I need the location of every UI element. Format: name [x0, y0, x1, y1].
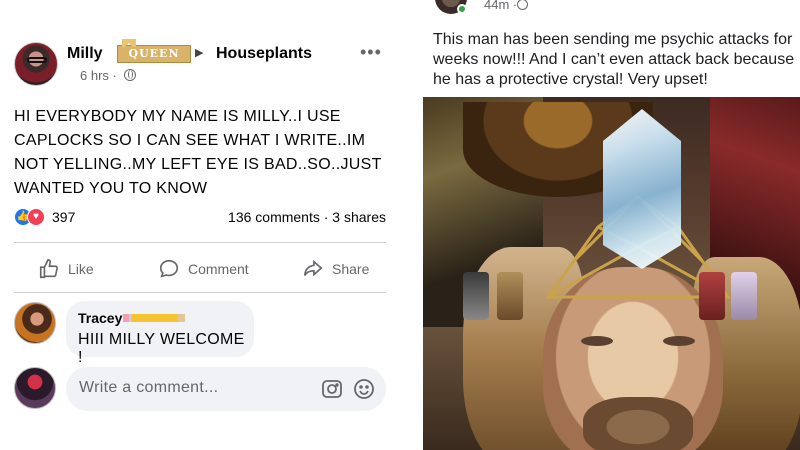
comment-label: Comment [188, 261, 249, 277]
photo-beard [583, 397, 693, 450]
reactions-bar[interactable]: 👍 ♥ 397 136 comments · 3 shares [14, 207, 386, 229]
pencil-badge-icon [123, 314, 185, 322]
commenter-name[interactable]: Tracey [78, 310, 122, 326]
group-arrow-icon: ▶ [195, 47, 204, 59]
photo-eyes [573, 332, 703, 352]
author-avatar[interactable] [14, 42, 58, 86]
commenter-avatar[interactable] [14, 302, 56, 344]
crystal-shape [603, 109, 681, 269]
post-header: Milly QUEEN ▶ Houseplants 6 hrs · ••• [14, 39, 386, 86]
thumbs-up-icon [38, 258, 60, 280]
comments-shares-count[interactable]: 136 comments · 3 shares [228, 209, 386, 225]
crystal-shape [497, 272, 523, 320]
post-photo[interactable] [423, 97, 800, 450]
divider [14, 242, 386, 243]
post-time[interactable]: 6 hrs · [80, 68, 117, 83]
crystal-shape [731, 272, 757, 320]
globe-icon [124, 69, 136, 81]
comment-input[interactable]: Write a comment... [66, 367, 386, 411]
divider [14, 292, 386, 293]
glasses-shape [27, 57, 47, 63]
side-crystals [463, 272, 763, 332]
share-label: Share [332, 261, 370, 277]
comment-input-placeholder: Write a comment... [79, 379, 219, 396]
share-arrow-icon [302, 258, 324, 280]
queen-badge: QUEEN [117, 39, 191, 63]
globe-icon [517, 0, 528, 10]
online-status-icon [457, 4, 467, 14]
comment-bubble: Tracey HIII MILLY WELCOME ! [66, 301, 254, 366]
like-label: Like [68, 261, 94, 277]
emoji-icon[interactable] [352, 377, 376, 401]
right-post: 44m · This man has been sending me psych… [418, 0, 800, 450]
crystal-shape [463, 272, 489, 320]
eye [663, 336, 695, 346]
love-reaction-icon: ♥ [27, 208, 45, 226]
current-user-avatar [14, 367, 56, 409]
post-text: HI EVERYBODY MY NAME IS MILLY..I USE CAP… [14, 108, 382, 197]
more-options-icon[interactable]: ••• [360, 42, 382, 63]
post-text: This man has been sending me psychic att… [433, 31, 795, 88]
comment-button[interactable]: Comment [158, 257, 249, 281]
eye [581, 336, 613, 346]
comment-text: HIII MILLY WELCOME ! [78, 331, 245, 366]
crystal-shape [699, 272, 725, 320]
reaction-count[interactable]: 397 [52, 209, 75, 225]
author-name[interactable]: Milly [67, 45, 103, 63]
group-name[interactable]: Houseplants [216, 45, 312, 63]
like-button[interactable]: Like [38, 257, 94, 281]
speech-bubble-icon [158, 258, 180, 280]
camera-icon[interactable] [320, 377, 344, 401]
share-button[interactable]: Share [302, 257, 369, 281]
post-time[interactable]: 44m · [484, 0, 517, 12]
left-post: Milly QUEEN ▶ Houseplants 6 hrs · ••• HI… [0, 0, 400, 450]
